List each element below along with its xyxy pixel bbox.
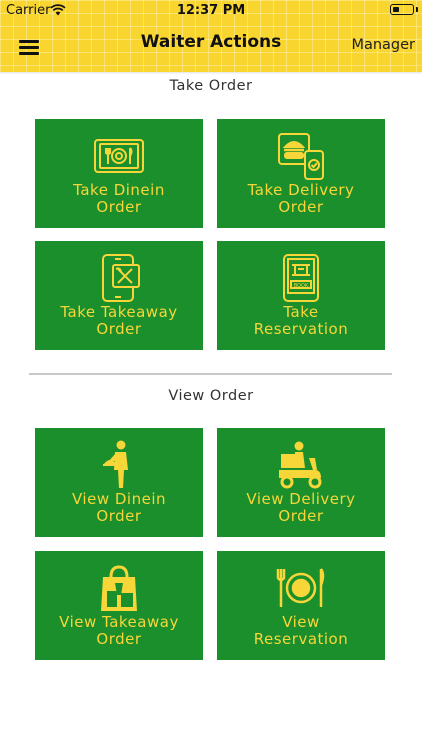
waiter-icon (103, 440, 128, 488)
section-divider (29, 373, 392, 375)
tile-label: View Reservation (253, 613, 349, 648)
tile-label: Take Delivery Order (247, 181, 355, 216)
status-bar: Carrier 12:37 PM (0, 0, 422, 22)
take-reservation-tile[interactable]: BOOK Take Reservation (217, 241, 385, 350)
delivery-scooter-icon (279, 441, 322, 489)
tile-label: Take Reservation (253, 303, 349, 338)
take-takeaway-order-tile[interactable]: Take Takeaway Order (35, 241, 203, 350)
view-dinein-order-tile[interactable]: View Dinein Order (35, 428, 203, 537)
plate-cutlery-icon (276, 568, 325, 607)
tile-label: View Dinein Order (72, 490, 166, 525)
clock: 12:37 PM (176, 3, 246, 18)
view-takeaway-order-tile[interactable]: View Takeaway Order (35, 551, 203, 660)
manager-button[interactable]: Manager (351, 37, 415, 53)
phone-utensils-icon (102, 254, 140, 302)
svg-text:BOOK: BOOK (294, 283, 309, 289)
takeaway-bag-icon (101, 565, 137, 611)
tile-label: View Delivery Order (246, 490, 356, 525)
tile-label: View Takeaway Order (59, 613, 179, 648)
view-reservation-tile[interactable]: View Reservation (217, 551, 385, 660)
tile-label: Take Takeaway Order (60, 303, 178, 338)
take-delivery-order-tile[interactable]: Take Delivery Order (217, 119, 385, 228)
tablet-dining-icon (94, 139, 144, 173)
tablet-book-icon: BOOK (283, 254, 319, 302)
take-dinein-order-tile[interactable]: Take Dinein Order (35, 119, 203, 228)
battery-icon (390, 4, 414, 15)
take-order-section-title: Take Order (169, 78, 253, 94)
view-delivery-order-tile[interactable]: View Delivery Order (217, 428, 385, 537)
burger-phone-icon (278, 133, 324, 180)
header: Carrier 12:37 PM Waiter Actions Manager (0, 0, 422, 72)
view-order-section-title: View Order (168, 388, 254, 404)
tile-label: Take Dinein Order (73, 181, 165, 216)
